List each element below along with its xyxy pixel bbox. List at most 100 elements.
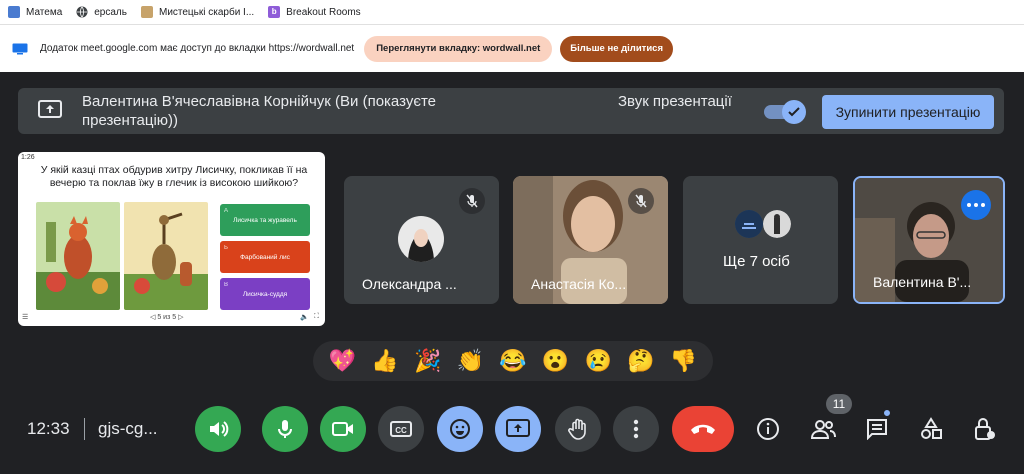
presentation-audio-button[interactable] [195,406,241,452]
chat-button[interactable] [862,414,892,444]
reaction-crying[interactable]: 😢 [580,343,616,379]
bookmark-breakout[interactable]: b Breakout Rooms [268,6,361,18]
people-icon [810,420,836,439]
microphone-button[interactable] [262,406,308,452]
participant-name: Олександра ... [362,276,457,292]
more-vert-icon [633,419,639,439]
lock-person-icon [975,418,995,440]
chat-notification-dot [882,408,892,418]
shapes-icon [921,417,942,439]
globe-icon [76,6,88,18]
camera-icon [332,422,353,436]
reaction-sparkling-heart[interactable]: 💖 [324,343,360,379]
volume-icon [210,421,229,437]
hang-up-icon [691,424,715,434]
participant-count-label: Ще 7 осіб [723,253,790,270]
info-icon [757,418,779,440]
presenting-banner: Валентина В'ячеславівна Корнійчук (Ви (п… [18,88,1004,134]
fullscreen-icon[interactable]: ⛶ [314,313,319,321]
illustration-crane-icon [124,202,208,310]
next-icon[interactable]: ▷ [178,314,183,321]
more-options-button[interactable] [961,190,991,220]
sharing-message: Додаток meet.google.com має доступ до вк… [40,43,355,54]
page-indicator: 5 из 5 [157,314,177,321]
screen-share-icon [12,43,28,55]
meeting-controls-bar: 12:33 gjs-cg... CC 11 [0,384,1024,474]
bookmark-label: Breakout Rooms [286,6,361,18]
prev-icon[interactable]: ◁ [150,314,155,321]
chat-icon [867,419,887,440]
divider [84,418,85,440]
avatar [763,210,791,238]
stop-sharing-button[interactable]: Більше не ділитися [560,35,674,62]
mic-off-icon [628,188,654,214]
raise-hand-button[interactable] [555,406,601,452]
bookmarks-bar: Матема ерсаль Мистецькі скарби I... b Br… [0,0,1024,24]
more-participants-tile[interactable]: Ще 7 осіб [683,176,838,304]
hand-icon [568,418,586,440]
menu-icon[interactable]: ☰ [22,313,28,321]
meeting-code: gjs-cg... [98,419,158,438]
reaction-party-popper[interactable]: 🎉 [410,343,446,379]
show-everyone-button[interactable] [808,414,838,444]
sound-icon[interactable]: 🔈 [300,313,309,321]
reaction-surprised[interactable]: 😮 [538,343,574,379]
avatar [398,216,444,262]
present-screen-icon [38,100,62,120]
tab-sharing-infobar: Додаток meet.google.com має доступ до вк… [0,24,1024,72]
slide-footer: ☰ ◁ 5 из 5 ▷ 🔈 ⛶ [18,312,325,324]
answer-option[interactable]: A Лисичка та журавель [220,204,310,236]
mic-off-icon [459,188,485,214]
presentation-thumbnail[interactable]: 1:26 У якій казці птах обдурив хитру Лис… [18,152,325,326]
presentation-sound-toggle[interactable] [764,100,806,124]
more-options-button[interactable] [613,406,659,452]
send-reaction-button[interactable] [437,406,483,452]
participant-count-badge: 11 [826,394,852,414]
participant-name: Анастасія Ко... [531,276,627,292]
presentation-sound-label: Звук презентації [618,93,732,110]
view-tab-button[interactable]: Переглянути вкладку: wordwall.net [364,35,553,62]
participant-tile-self[interactable]: Валентина В'... [853,176,1005,304]
present-now-button[interactable] [495,406,541,452]
bookmark-label: Мистецькі скарби I... [158,6,255,18]
bookmark-label: ерсаль [94,6,127,18]
participant-tile[interactable]: Олександра ... [344,176,499,304]
closed-captions-icon: CC [390,421,412,437]
present-screen-icon [506,419,530,437]
illustration-fox-icon [36,202,120,310]
activities-button[interactable] [916,414,946,444]
reactions-bar: 💖 👍 🎉 👏 😂 😮 😢 🤔 👎 [313,341,713,381]
reaction-thumbs-down[interactable]: 👎 [666,343,702,379]
bookmark-ersal[interactable]: ерсаль [76,6,127,18]
participant-tile[interactable]: Анастасія Ко... [513,176,668,304]
participant-name: Валентина В'... [873,274,972,290]
answer-option[interactable]: Б Фарбований лис [220,241,310,273]
mic-icon [278,420,292,438]
answer-option[interactable]: В Лисичка-суддя [220,278,310,310]
emoji-icon [450,419,470,439]
book-icon [140,6,153,18]
bookmark-label: Матема [26,6,63,18]
host-controls-button[interactable] [970,414,1000,444]
leave-call-button[interactable] [672,406,734,452]
presenter-name: Валентина В'ячеславівна Корнійчук (Ви (п… [82,93,437,129]
meeting-time: 12:33 [27,419,70,438]
camera-button[interactable] [320,406,366,452]
reaction-thinking[interactable]: 🤔 [623,343,659,379]
bookmark-matema[interactable]: Матема [8,6,62,18]
svg-text:CC: CC [395,426,407,435]
pager: ◁ 5 из 5 ▷ [150,313,183,321]
check-icon [788,107,800,117]
slide-timer: 1:26 [21,154,35,161]
quiz-question: У якій казці птах обдурив хитру Лисичку,… [40,164,308,189]
reaction-laughing[interactable]: 😂 [495,343,531,379]
stop-presenting-button[interactable]: Зупинити презентацію [822,95,994,129]
image-icon [8,6,20,18]
bookmark-mystetski[interactable]: Мистецькі скарби I... [140,6,255,18]
meeting-details-button[interactable] [753,414,783,444]
captions-button[interactable]: CC [378,406,424,452]
breakout-icon: b [268,6,281,18]
reaction-clapping[interactable]: 👏 [452,343,488,379]
avatar [735,210,763,238]
reaction-thumbs-up[interactable]: 👍 [367,343,403,379]
